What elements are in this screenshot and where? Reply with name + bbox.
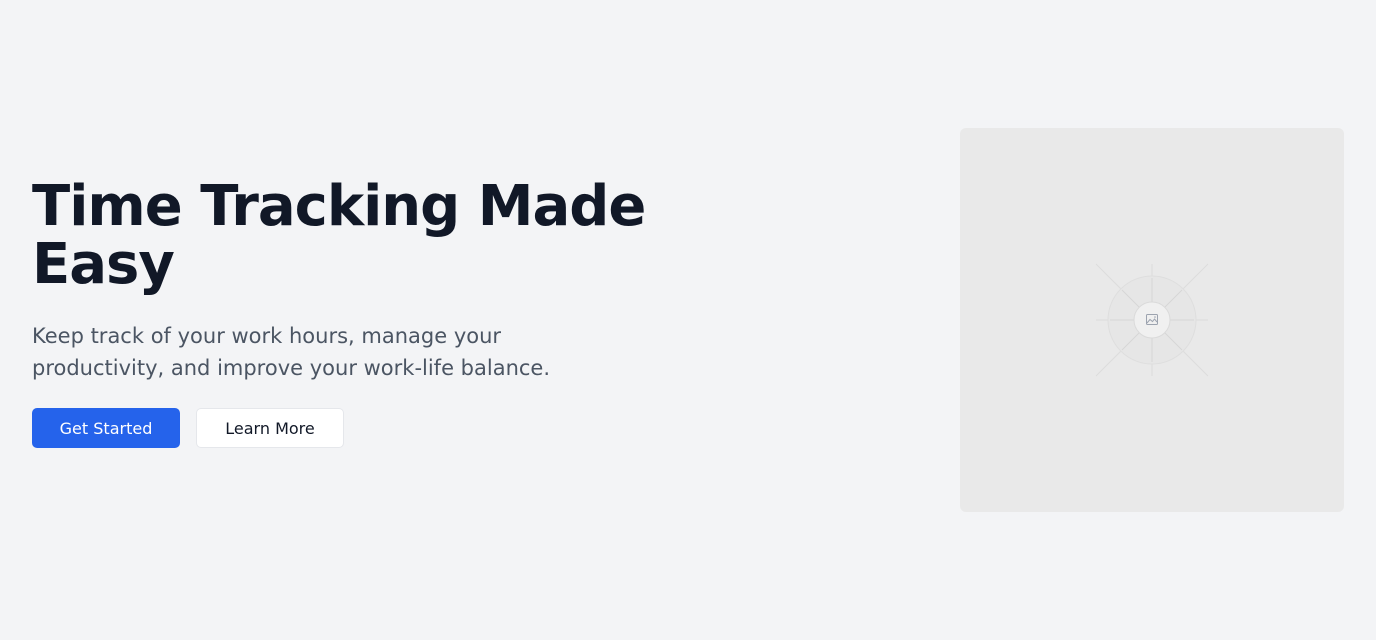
get-started-button[interactable]: Get Started [32,408,180,448]
hero-subtitle: Keep track of your work hours, manage yo… [32,324,551,380]
hero-section: Time Tracking Made Easy Keep track of yo… [0,0,1376,640]
hero-content: Time Tracking Made Easy Keep track of yo… [32,178,672,448]
hero-image-placeholder [960,128,1344,512]
placeholder-inner-circle [1133,301,1171,339]
hero-title: Time Tracking Made Easy [32,174,646,297]
image-placeholder-graphic [1095,263,1209,377]
learn-more-button[interactable]: Learn More [196,408,344,448]
hero-actions: Get Started Learn More [32,408,672,448]
